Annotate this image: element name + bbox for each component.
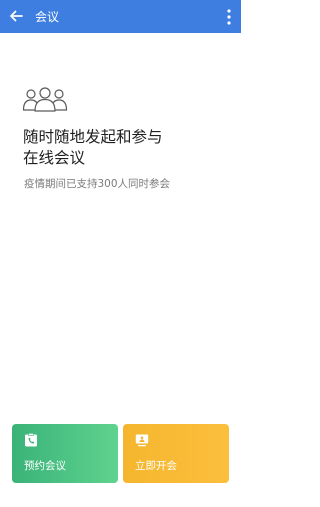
hero-subtitle: 疫情期间已支持300人同时参会: [24, 178, 171, 190]
app-header: 会议: [0, 0, 241, 33]
page-title: 会议: [35, 10, 60, 24]
people-group-icon: [22, 87, 68, 112]
start-meeting-label: 立即开会: [135, 460, 177, 472]
schedule-meeting-label: 预约会议: [24, 460, 66, 472]
hero-headline: 随时随地发起和参与 在线会议: [23, 127, 213, 169]
more-vertical-icon[interactable]: [223, 8, 235, 26]
presentation-screen-icon: [135, 434, 149, 447]
headline-line-2: 在线会议: [23, 149, 86, 167]
arrow-left-icon[interactable]: [8, 8, 24, 24]
headline-line-1: 随时随地发起和参与: [23, 128, 163, 146]
clipboard-phone-icon: [25, 433, 37, 447]
start-meeting-button[interactable]: 立即开会: [123, 424, 229, 483]
schedule-meeting-button[interactable]: 预约会议: [12, 424, 118, 483]
